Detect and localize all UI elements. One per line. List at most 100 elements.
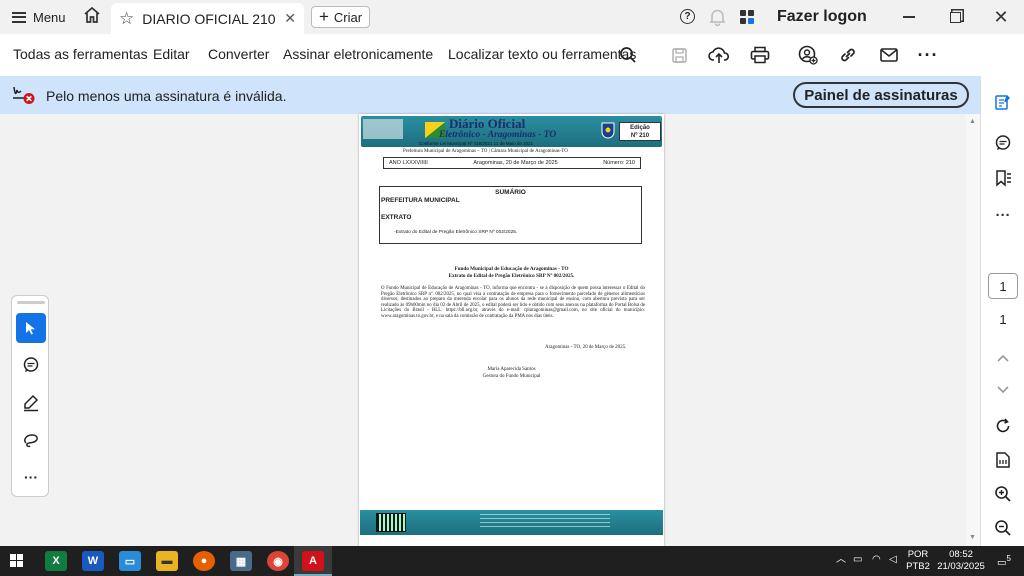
firefox-taskbar-icon[interactable]: ●: [193, 551, 215, 571]
vertical-scrollbar[interactable]: ▲ ▼: [966, 114, 980, 546]
print-button[interactable]: [748, 43, 772, 67]
signer-role: Gestora do Fundo Municipal: [482, 374, 541, 379]
comments-rail-button[interactable]: [991, 131, 1015, 155]
chevron-up-icon: [997, 354, 1009, 362]
edit-document-icon: [995, 95, 1010, 110]
close-tab-icon[interactable]: ✕: [284, 10, 296, 27]
rotate-button[interactable]: [991, 414, 1015, 438]
link-icon: [841, 48, 855, 62]
acrobat-taskbar-icon: A: [302, 551, 324, 571]
highlight-tool-button[interactable]: [16, 388, 46, 418]
chrome-taskbar-icon[interactable]: ◉: [267, 551, 289, 571]
bookmarks-rail-button[interactable]: [991, 166, 1015, 190]
edit-pdf-rail-button[interactable]: [991, 90, 1015, 114]
save-button[interactable]: [667, 43, 691, 67]
all-tools-menu[interactable]: Todas as ferramentas: [13, 46, 148, 62]
masthead-banner: Diário Oficial Eletrônico - Aragominas -…: [361, 116, 662, 147]
coat-of-arms-logo: [601, 122, 615, 139]
more-tools-button[interactable]: ···: [16, 462, 46, 492]
acrobat-taskbar-slot[interactable]: A: [294, 546, 332, 576]
star-icon[interactable]: ☆: [119, 9, 134, 29]
drag-handle[interactable]: [17, 301, 45, 304]
printer-icon: [750, 46, 770, 64]
wifi-icon[interactable]: ◠: [872, 554, 881, 566]
zoom-out-icon: [995, 520, 1011, 536]
zoom-out-button[interactable]: [991, 516, 1015, 540]
excel-taskbar-icon[interactable]: X: [45, 551, 67, 571]
close-window-button[interactable]: ✕: [978, 0, 1024, 34]
highlighter-icon: [24, 394, 39, 412]
more-icon: ···: [995, 206, 1011, 224]
summary-title: SUMÁRIO: [495, 189, 526, 196]
link-button[interactable]: [836, 43, 860, 67]
add-user-icon: [798, 45, 818, 65]
clock[interactable]: 08:52 21/03/2025: [934, 549, 988, 573]
close-icon: ✕: [993, 6, 1009, 27]
signer-name: Maria Aparecida Santos: [487, 367, 536, 372]
notification-count: 5: [1006, 554, 1011, 563]
create-label: Criar: [333, 9, 363, 25]
summary-section: PREFEITURA MUNICIPAL: [381, 197, 460, 204]
convert-menu[interactable]: Converter: [208, 46, 269, 62]
file-explorer-taskbar-icon[interactable]: ▬: [156, 551, 178, 571]
edition-number: Nº 210: [630, 133, 650, 139]
page-fit-button[interactable]: [991, 448, 1015, 472]
scroll-down-arrow-icon[interactable]: ▼: [969, 534, 976, 541]
right-rail: ··· 1 1: [980, 76, 1024, 546]
start-button[interactable]: [10, 554, 23, 567]
email-button[interactable]: [877, 43, 901, 67]
share-user-button[interactable]: [796, 43, 820, 67]
volume-icon[interactable]: ◁: [889, 554, 897, 566]
main-toolbar: Todas as ferramentas Editar Converter As…: [0, 34, 1024, 76]
signature-panel-button[interactable]: Painel de assinaturas: [793, 82, 969, 108]
draw-tool-button[interactable]: [16, 425, 46, 455]
sign-menu[interactable]: Assinar eletronicamente: [283, 46, 433, 62]
help-icon: ?: [680, 9, 695, 24]
search-button[interactable]: [616, 43, 640, 67]
more-rail-button[interactable]: ···: [991, 203, 1015, 227]
footer-qr-code-icon: [376, 513, 406, 532]
select-tool-button[interactable]: [16, 313, 46, 343]
scroll-up-arrow-icon[interactable]: ▲: [969, 118, 976, 125]
conformity-text: Conforme Lei Municipal Nº 416/2021 11 de…: [419, 141, 534, 146]
footer-banner: [360, 510, 663, 535]
help-button[interactable]: ?: [680, 9, 695, 24]
edit-menu[interactable]: Editar: [153, 46, 190, 62]
home-icon: [84, 6, 100, 23]
notification-center[interactable]: ▭5: [993, 553, 1015, 569]
upload-button[interactable]: [707, 43, 731, 67]
more-options-button[interactable]: ···: [916, 43, 940, 67]
comment-tool-button[interactable]: [16, 350, 46, 380]
cursor-icon: [26, 322, 35, 335]
signature-banner: Pelo menos uma assinatura é inválida. Pa…: [0, 76, 980, 114]
sign-in-link[interactable]: Fazer logon: [777, 8, 867, 26]
save-icon: [671, 47, 687, 63]
next-page-button[interactable]: [991, 378, 1015, 402]
total-pages: 1: [999, 312, 1007, 327]
zoom-in-button[interactable]: [991, 482, 1015, 506]
document-tab[interactable]: ☆ DIARIO OFICIAL 210.... ✕: [111, 3, 304, 34]
battery-icon[interactable]: ▭: [853, 554, 862, 566]
search-icon: [620, 47, 636, 63]
edition-label: Edição: [630, 125, 650, 131]
home-button[interactable]: [74, 5, 110, 25]
minimize-button[interactable]: [886, 0, 932, 34]
apps-button[interactable]: [740, 10, 754, 24]
restore-button[interactable]: [932, 0, 978, 34]
calculator-taskbar-icon[interactable]: ▦: [230, 551, 252, 571]
show-hidden-icons[interactable]: ︿: [836, 554, 846, 566]
create-button[interactable]: + Criar: [311, 6, 370, 28]
word-taskbar-icon[interactable]: W: [82, 551, 104, 571]
menu-button[interactable]: Menu: [0, 0, 76, 34]
language-indicator[interactable]: POR PTB2: [906, 549, 930, 573]
language-code: POR: [907, 549, 929, 560]
hamburger-icon: [12, 11, 26, 23]
search-tools-label[interactable]: Localizar texto ou ferramentas: [448, 46, 636, 62]
remote-desktop-taskbar-icon[interactable]: ▭: [119, 551, 141, 571]
closing-date: Aragominas - TO, 20 de Março de 2025.: [545, 345, 627, 350]
notifications-button[interactable]: [709, 8, 726, 29]
previous-page-button[interactable]: [991, 346, 1015, 370]
page-number-input[interactable]: 1: [988, 273, 1018, 299]
bookmark-icon: [996, 170, 1011, 187]
issue-info-box: ANO LXXXVIIIII Aragominas, 20 de Março d…: [383, 157, 641, 169]
